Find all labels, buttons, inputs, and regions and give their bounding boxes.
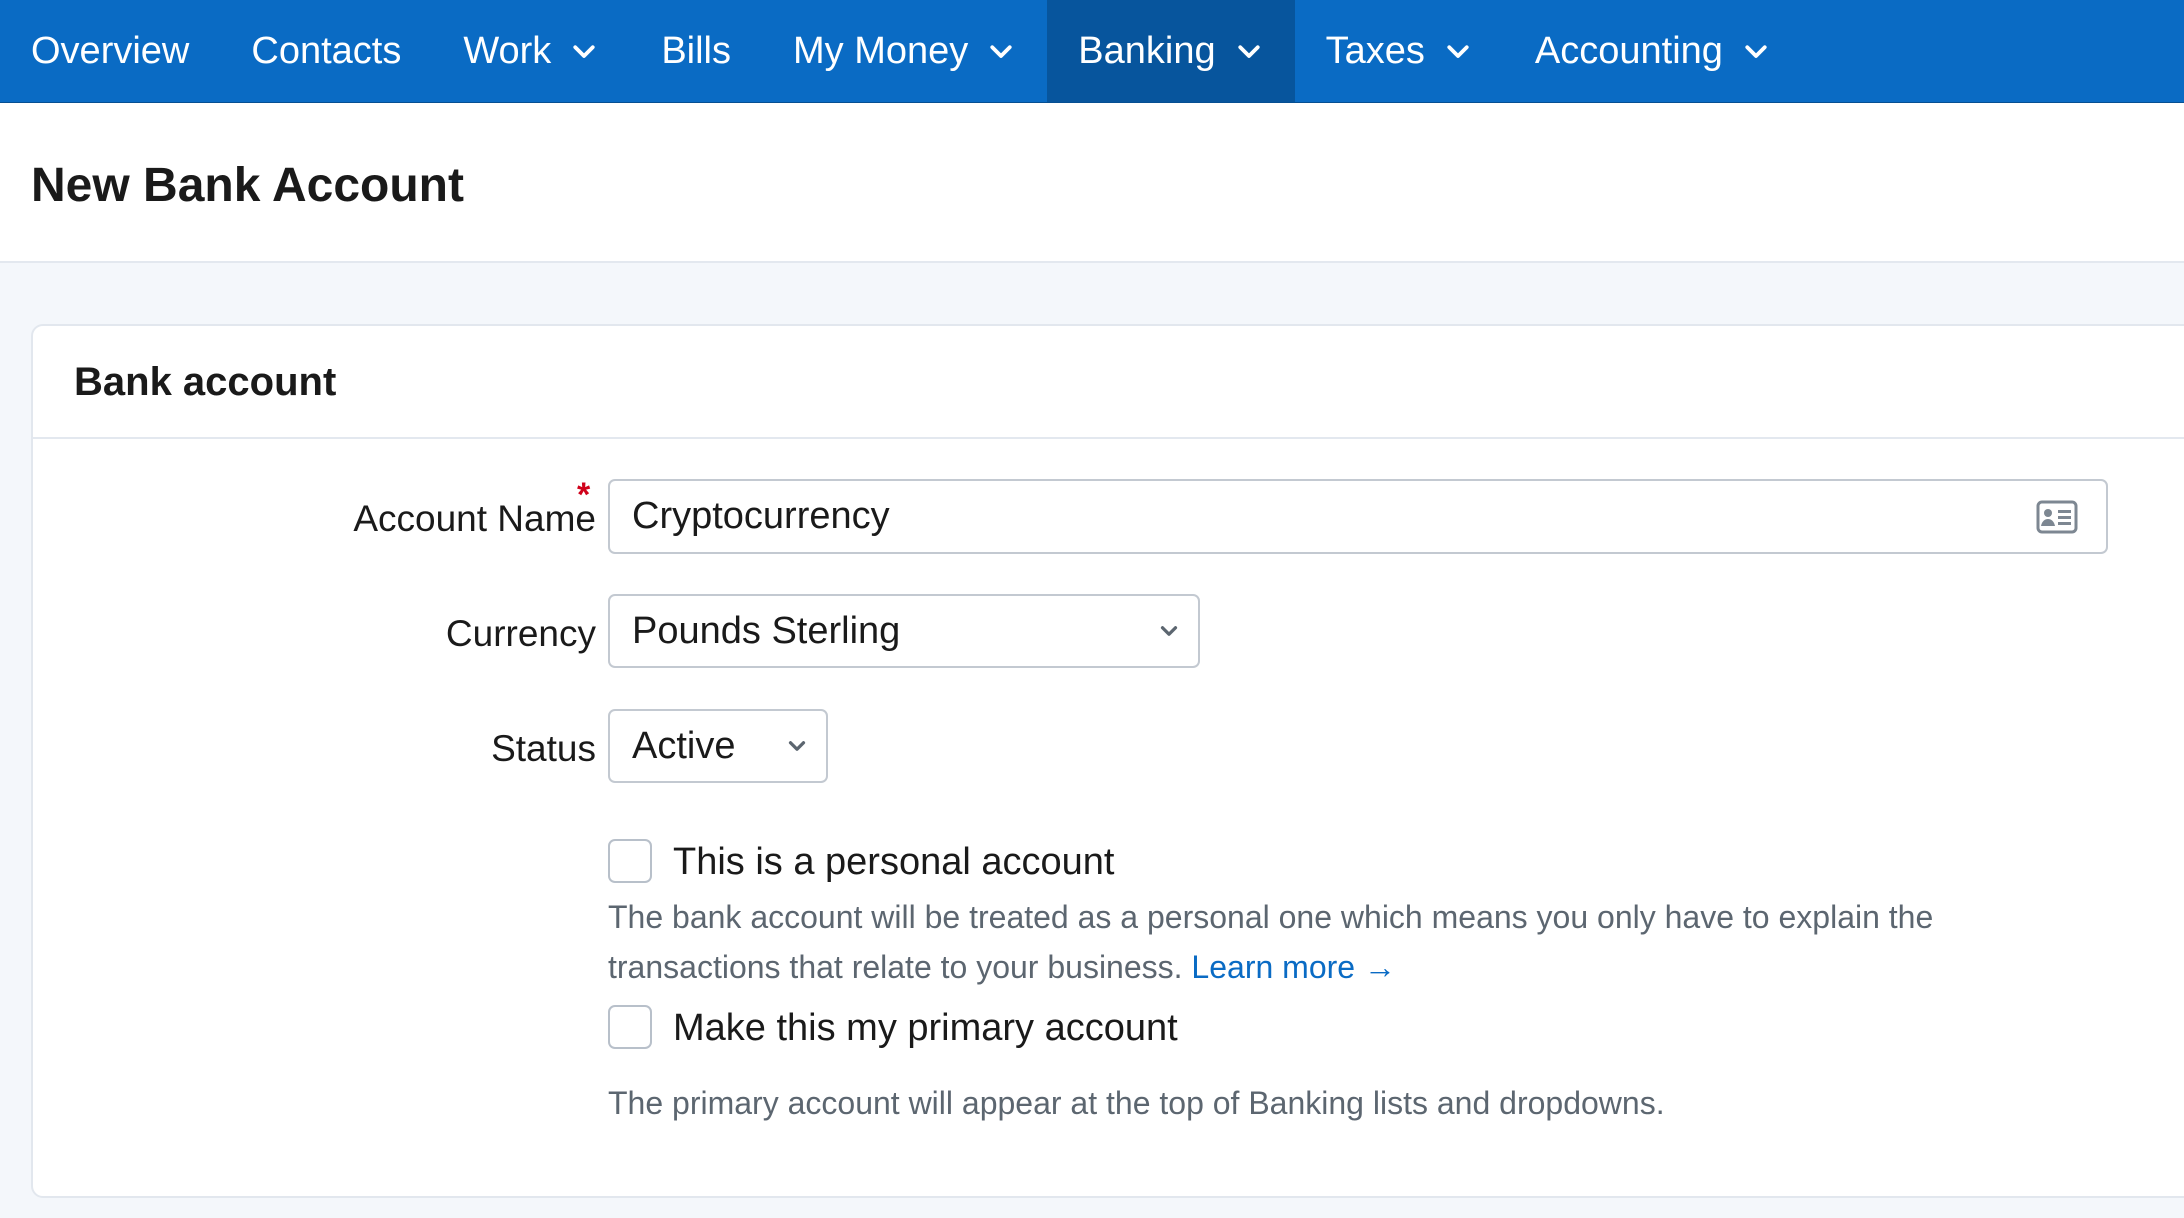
primary-account-label[interactable]: Make this my primary account — [673, 1007, 1178, 1050]
nav-item-label: Accounting — [1534, 29, 1723, 72]
personal-account-checkbox[interactable] — [608, 839, 652, 883]
personal-account-label[interactable]: This is a personal account — [673, 841, 1114, 884]
chevron-down-icon — [1234, 36, 1264, 66]
nav-item-overview[interactable]: Overview — [0, 0, 220, 102]
currency-value: Pounds Sterling — [632, 609, 901, 652]
nav-item-banking[interactable]: Banking — [1047, 0, 1295, 102]
nav-item-label: Overview — [31, 29, 190, 72]
learn-more-link[interactable]: Learn more → — [1191, 949, 1396, 985]
card-header: Bank account — [33, 326, 2184, 439]
top-navigation: Overview Contacts Work Bills My Money Ba… — [0, 0, 2184, 103]
chevron-down-icon — [569, 36, 599, 66]
account-name-value: Cryptocurrency — [632, 495, 890, 537]
primary-account-checkbox[interactable] — [608, 1005, 652, 1049]
currency-select[interactable]: Pounds Sterling — [608, 594, 1200, 668]
chevron-down-icon — [1156, 618, 1182, 644]
page-header: New Bank Account — [0, 103, 2184, 263]
nav-item-bills[interactable]: Bills — [630, 0, 762, 102]
chevron-down-icon — [784, 733, 810, 759]
nav-item-label: Taxes — [1325, 29, 1425, 72]
status-label: Status — [491, 728, 596, 769]
personal-account-help: The bank account will be treated as a pe… — [608, 892, 2008, 992]
primary-account-help: The primary account will appear at the t… — [608, 1085, 1665, 1121]
card-title: Bank account — [74, 360, 337, 404]
chevron-down-icon — [1741, 36, 1771, 66]
bank-account-card: Bank account Account Name * Cryptocurren… — [31, 324, 2184, 1198]
nav-item-label: My Money — [793, 29, 969, 72]
page-title: New Bank Account — [31, 159, 464, 212]
nav-item-work[interactable]: Work — [432, 0, 630, 102]
status-value: Active — [632, 724, 736, 767]
nav-item-label: Work — [463, 29, 552, 72]
nav-item-taxes[interactable]: Taxes — [1295, 0, 1504, 102]
chevron-down-icon — [1443, 36, 1473, 66]
nav-item-contacts[interactable]: Contacts — [220, 0, 432, 102]
account-name-label: Account Name — [353, 498, 596, 539]
nav-item-label: Bills — [661, 29, 731, 72]
nav-item-my-money[interactable]: My Money — [762, 0, 1047, 102]
nav-item-label: Contacts — [251, 29, 402, 72]
contact-card-icon[interactable] — [2036, 500, 2078, 534]
required-marker: * — [577, 476, 591, 514]
status-select[interactable]: Active — [608, 709, 828, 783]
chevron-down-icon — [986, 36, 1016, 66]
nav-item-accounting[interactable]: Accounting — [1504, 0, 1802, 102]
currency-label: Currency — [445, 613, 596, 654]
account-name-input[interactable]: Cryptocurrency — [608, 479, 2108, 554]
nav-item-label: Banking — [1078, 29, 1216, 72]
